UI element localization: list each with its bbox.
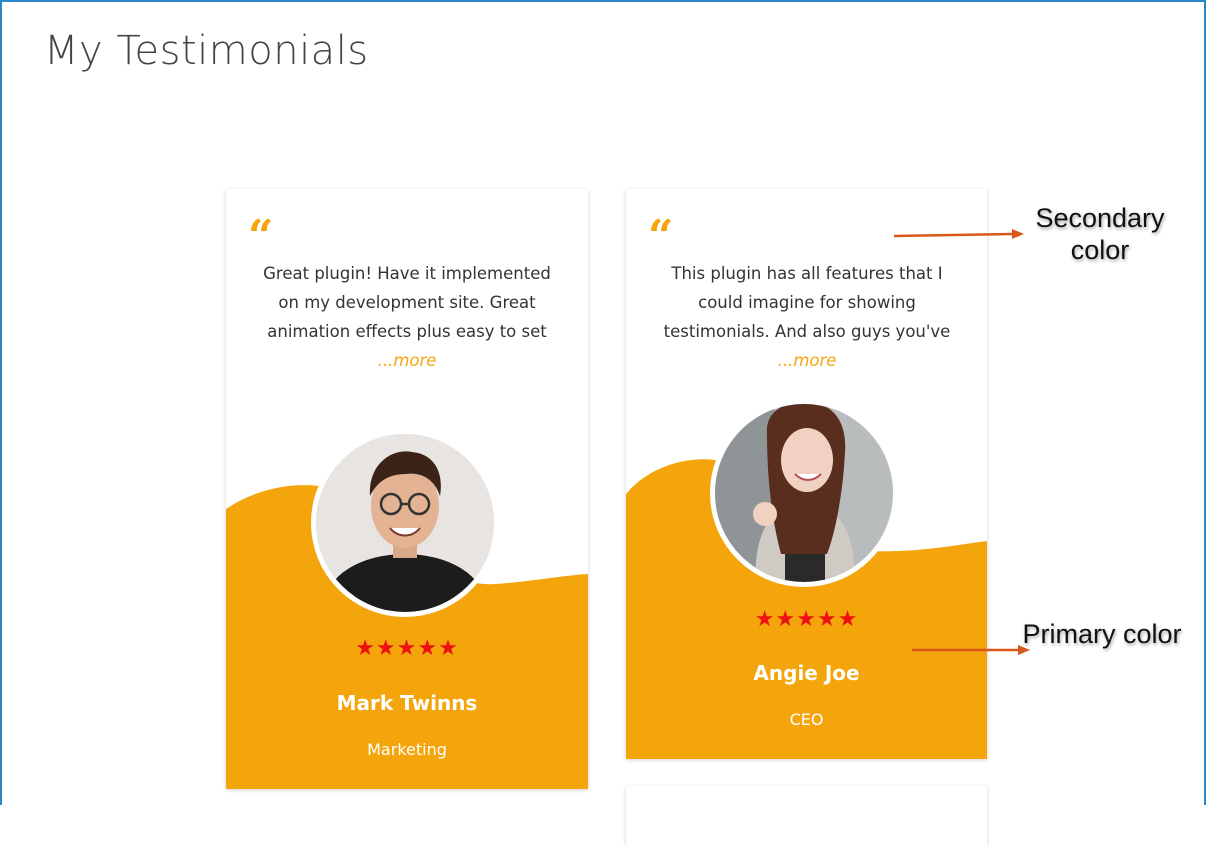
person-name: Mark Twinns — [336, 691, 478, 715]
secondary-color-annotation: Secondary color — [1035, 203, 1165, 265]
read-more-link[interactable]: ...more — [778, 351, 837, 370]
star-rating: ★★★★★ — [355, 636, 459, 661]
star-rating: ★★★★★ — [754, 607, 859, 632]
avatar-photo-man-icon — [316, 434, 494, 612]
window-frame — [0, 0, 1206, 805]
testimonial-card: “ This plugin has all features that I co… — [626, 189, 987, 759]
quote-icon: “ — [648, 211, 674, 262]
person-role: Marketing — [367, 740, 447, 759]
avatar — [710, 399, 898, 587]
primary-color-annotation: Primary color — [1022, 619, 1182, 649]
avatar-photo-woman-icon — [715, 404, 893, 582]
person-name: Angie Joe — [753, 661, 860, 685]
testimonial-text: This plugin has all features that I coul… — [654, 259, 960, 375]
quote-icon: “ — [248, 211, 274, 262]
arrow-icon — [912, 645, 1030, 655]
avatar — [311, 429, 499, 617]
testimonial-card: “ Great plugin! Have it implemented on m… — [226, 189, 588, 789]
page-title: My Testimonials — [44, 28, 369, 74]
arrow-icon — [893, 229, 1024, 239]
testimonial-text-body: This plugin has all features that I coul… — [663, 264, 951, 341]
person-role: CEO — [789, 710, 824, 729]
read-more-link[interactable]: ...more — [378, 351, 437, 370]
testimonial-text: Great plugin! Have it implemented on my … — [256, 259, 558, 375]
testimonial-text-body: Great plugin! Have it implemented on my … — [263, 264, 551, 341]
testimonial-card — [626, 786, 987, 846]
